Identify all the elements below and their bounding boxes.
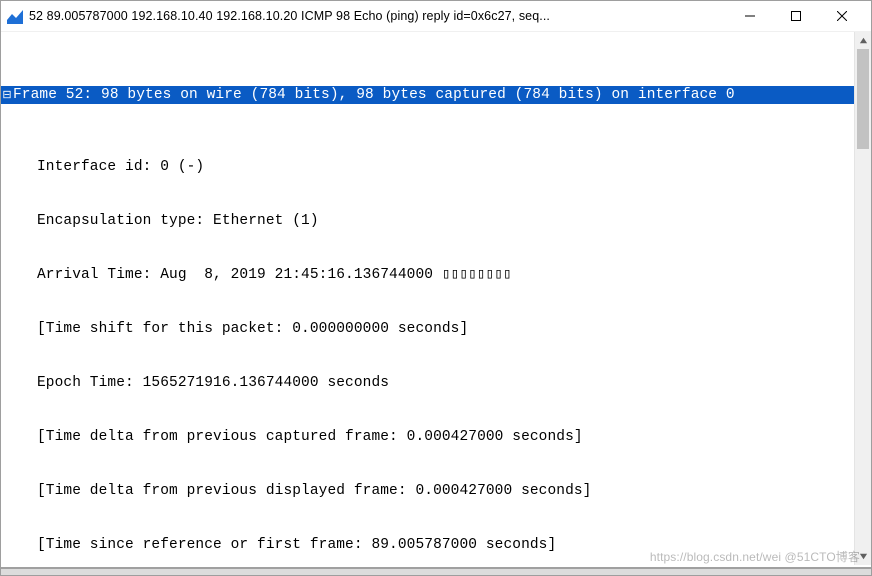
packet-details-pane: ⊟ Frame 52: 98 bytes on wire (784 bits),… xyxy=(1,32,871,565)
scroll-up-button[interactable] xyxy=(855,32,871,49)
field-text: Epoch Time: 1565271916.136744000 seconds xyxy=(13,374,854,392)
scroll-track[interactable] xyxy=(855,49,871,548)
detail-row[interactable]: [Time delta from previous displayed fram… xyxy=(1,482,854,500)
expanded-icon[interactable]: ⊟ xyxy=(1,86,13,104)
field-text: [Time since reference or first frame: 89… xyxy=(13,536,854,554)
vertical-scrollbar[interactable] xyxy=(854,32,871,565)
detail-row[interactable]: Epoch Time: 1565271916.136744000 seconds xyxy=(1,374,854,392)
field-text: [Time shift for this packet: 0.000000000… xyxy=(13,320,854,338)
detail-row[interactable]: Arrival Time: Aug 8, 2019 21:45:16.13674… xyxy=(1,266,854,284)
close-button[interactable] xyxy=(819,1,865,31)
window-controls xyxy=(727,1,865,31)
maximize-button[interactable] xyxy=(773,1,819,31)
field-text: Encapsulation type: Ethernet (1) xyxy=(13,212,854,230)
field-text: [Time delta from previous captured frame… xyxy=(13,428,854,446)
wireshark-icon xyxy=(7,8,29,24)
detail-row[interactable]: [Time shift for this packet: 0.000000000… xyxy=(1,320,854,338)
scroll-thumb[interactable] xyxy=(857,49,869,149)
detail-row[interactable]: [Time since reference or first frame: 89… xyxy=(1,536,854,554)
detail-row[interactable]: Interface id: 0 (-) xyxy=(1,158,854,176)
titlebar: 52 89.005787000 192.168.10.40 192.168.10… xyxy=(1,1,871,31)
field-text: [Time delta from previous displayed fram… xyxy=(13,482,854,500)
frame-header: Frame 52: 98 bytes on wire (784 bits), 9… xyxy=(13,86,854,104)
arrival-time-value: Arrival Time: Aug 8, 2019 21:45:16.13674… xyxy=(37,267,442,283)
tree-view[interactable]: ⊟ Frame 52: 98 bytes on wire (784 bits),… xyxy=(1,32,854,565)
minimize-button[interactable] xyxy=(727,1,773,31)
app-window: 52 89.005787000 192.168.10.40 192.168.10… xyxy=(0,0,872,576)
frame-node[interactable]: ⊟ Frame 52: 98 bytes on wire (784 bits),… xyxy=(1,86,854,104)
field-text: Arrival Time: Aug 8, 2019 21:45:16.13674… xyxy=(13,266,854,284)
detail-row[interactable]: Encapsulation type: Ethernet (1) xyxy=(1,212,854,230)
footer-strip xyxy=(1,569,871,575)
window-title: 52 89.005787000 192.168.10.40 192.168.10… xyxy=(29,7,727,25)
scroll-down-button[interactable] xyxy=(855,548,871,565)
timezone-glyphs: ▯▯▯▯▯▯▯▯ xyxy=(442,267,512,283)
detail-row[interactable]: [Time delta from previous captured frame… xyxy=(1,428,854,446)
field-text: Interface id: 0 (-) xyxy=(13,158,854,176)
